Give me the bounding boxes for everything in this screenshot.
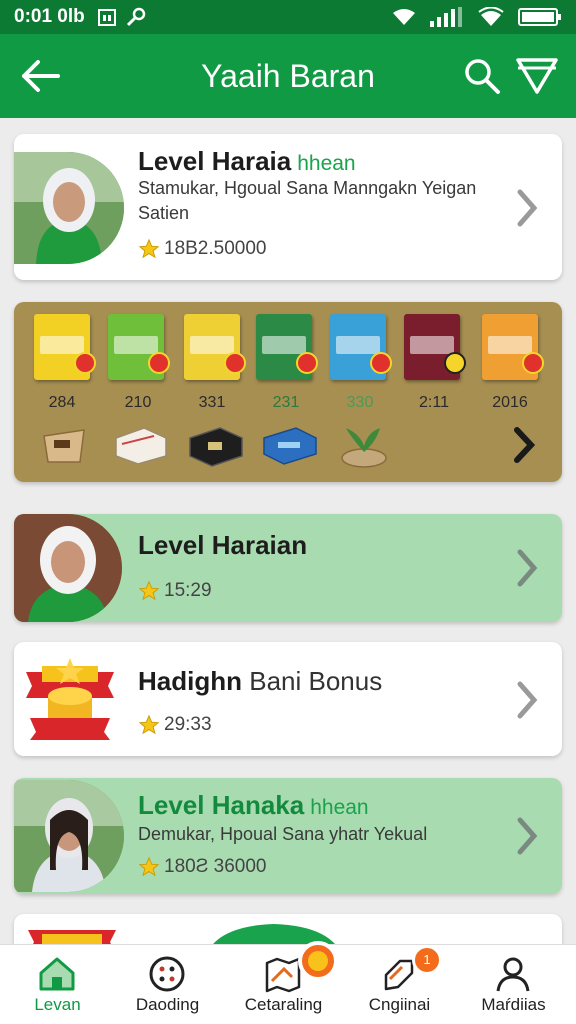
back-arrow-icon[interactable] xyxy=(18,56,62,96)
card-title: Level Hanaka hhean xyxy=(138,790,369,820)
product-count: 331 xyxy=(198,394,226,411)
chevron-right-icon[interactable] xyxy=(514,680,540,720)
signal-icon xyxy=(430,7,462,27)
tab-daoding[interactable]: Daoding xyxy=(110,945,225,1024)
status-bar: 0:01 0lb xyxy=(0,0,576,34)
tab-label: Maŕdiias xyxy=(481,995,546,1014)
wrench-icon xyxy=(126,7,146,27)
card-rating: 29:33 xyxy=(138,714,212,736)
product-box[interactable] xyxy=(330,314,392,380)
wifi-icon-2 xyxy=(478,7,504,26)
bonus-coins-icon xyxy=(26,658,114,740)
status-time: 0:01 0lb xyxy=(14,6,85,27)
card-subtitle: Stamukar, Hgoual Sana Manngakn Yeigan Sa… xyxy=(138,178,477,223)
card-rating: 15:29 xyxy=(138,580,212,602)
chevron-right-icon[interactable] xyxy=(514,188,540,228)
battery-icon xyxy=(518,8,561,26)
card-subtitle: Demukar, Hpoual Sana yhatr Yekual xyxy=(138,824,428,844)
product-count: 231 xyxy=(272,394,300,411)
tab-label: Cngiinai xyxy=(368,995,431,1014)
product-count: 330 xyxy=(346,394,374,411)
wifi-icon xyxy=(393,9,415,25)
tab-cngiinai[interactable]: 1 Cngiinai xyxy=(342,945,457,1024)
bag-item[interactable] xyxy=(40,426,88,466)
dots-circle-icon xyxy=(149,956,185,992)
notification-badge: 1 xyxy=(412,945,442,975)
list-item[interactable]: Level Haraia hhean Stamukar, Hgoual Sana … xyxy=(14,134,562,280)
plant-item[interactable] xyxy=(338,426,390,468)
avatar xyxy=(14,152,124,264)
product-count: 284 xyxy=(48,394,76,411)
card-title: Level Haraia hhean xyxy=(138,146,356,176)
filter-icon[interactable] xyxy=(514,54,560,98)
product-box[interactable] xyxy=(34,314,96,380)
product-shelf: 284 210 331 231 330 2:11 2016 xyxy=(14,302,562,482)
map-icon xyxy=(265,957,301,993)
product-count: 2:11 xyxy=(419,394,449,411)
tab-label: Levan xyxy=(34,995,81,1014)
avatar xyxy=(14,514,122,622)
star-icon xyxy=(138,856,160,877)
avatar xyxy=(14,780,124,892)
box-item[interactable] xyxy=(114,426,168,466)
tab-cetaraling[interactable]: Cetaraling xyxy=(226,941,341,1024)
search-icon[interactable] xyxy=(462,56,502,96)
star-icon xyxy=(138,714,160,735)
home-icon xyxy=(39,957,75,991)
star-icon xyxy=(138,580,160,601)
product-box[interactable] xyxy=(482,314,544,380)
card-title: Level Haraian xyxy=(138,530,308,560)
tab-levan[interactable]: Levan xyxy=(0,945,115,1024)
person-icon xyxy=(496,957,530,992)
product-box[interactable] xyxy=(256,314,318,380)
product-count: 2016 xyxy=(492,394,528,411)
product-box[interactable] xyxy=(184,314,246,380)
chevron-right-icon[interactable] xyxy=(512,426,538,464)
product-box[interactable] xyxy=(404,314,466,380)
chevron-right-icon[interactable] xyxy=(514,548,540,588)
tab-mardiias[interactable]: Maŕdiias xyxy=(456,945,571,1024)
star-icon xyxy=(138,238,160,259)
notification-badge xyxy=(298,941,338,981)
card-rating: 18B2.50000 xyxy=(138,238,267,260)
card-title: Hadighn Bani Bonus xyxy=(138,666,383,696)
product-count: 210 xyxy=(124,394,152,411)
product-box[interactable] xyxy=(108,314,170,380)
bottom-tab-bar: Levan Daoding Cetaraling 1 Cngiinai Maŕd… xyxy=(0,941,576,1024)
chevron-right-icon[interactable] xyxy=(514,816,540,856)
tab-label: Cetaraling xyxy=(244,995,323,1014)
list-item[interactable]: Level Haraian 15:29 xyxy=(14,514,562,622)
card-rating: 180Ƨ 36000 xyxy=(138,856,267,878)
list-item[interactable]: Hadighn Bani Bonus 29:33 xyxy=(14,642,562,756)
box-item[interactable] xyxy=(188,426,244,468)
app-bar: Yaaih Baran xyxy=(0,34,576,118)
list-item[interactable]: Level Hanaka hhean Demukar, Hpoual Sana y… xyxy=(14,778,562,894)
tab-label: Daoding xyxy=(135,995,200,1014)
calendar-icon xyxy=(97,9,116,26)
box-item[interactable] xyxy=(262,426,318,466)
